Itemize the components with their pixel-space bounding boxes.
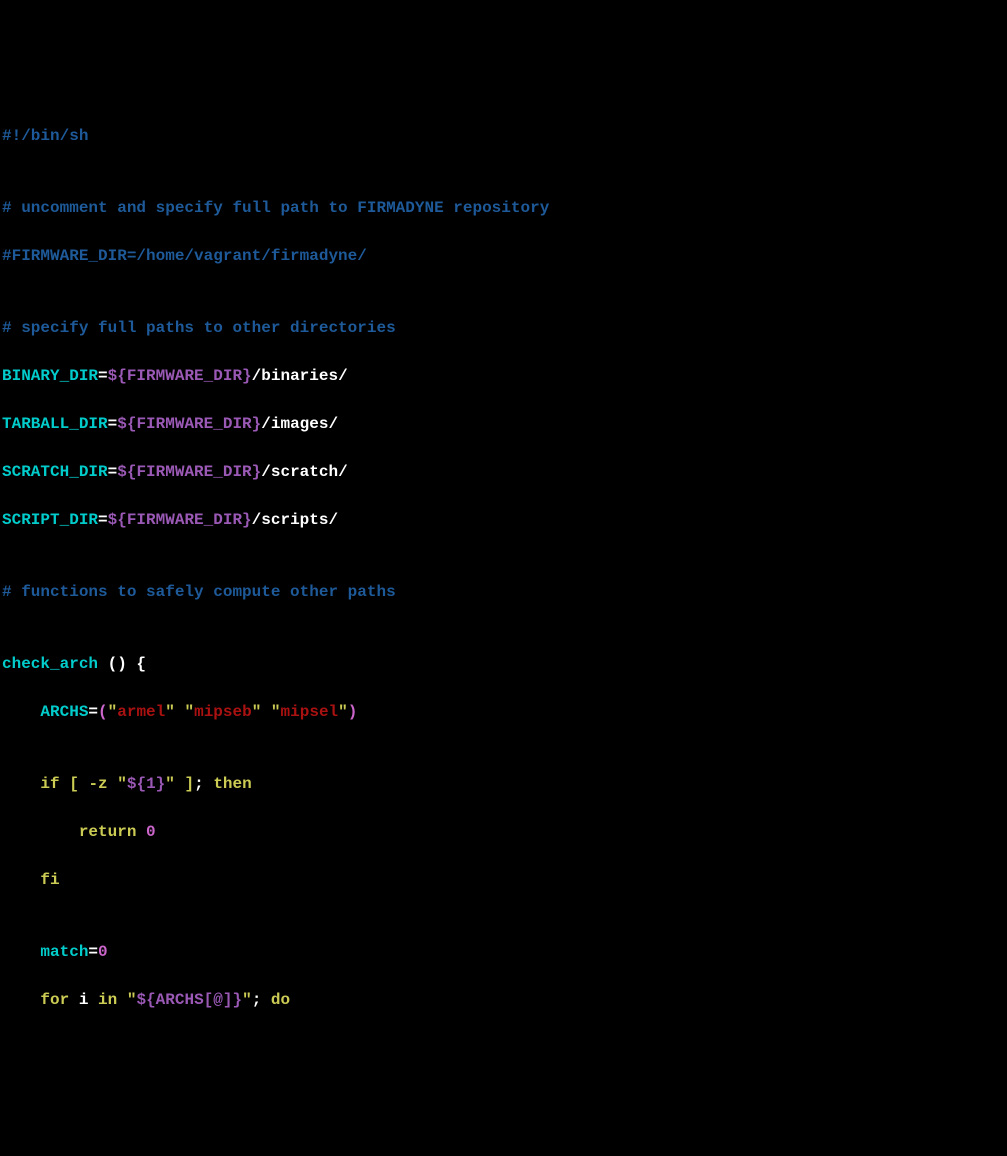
semicolon: ; bbox=[252, 991, 262, 1009]
variable: match bbox=[40, 943, 88, 961]
operator: = bbox=[88, 943, 98, 961]
code-line: SCRIPT_DIR=${FIRMWARE_DIR}/scripts/ bbox=[2, 508, 1005, 532]
space bbox=[261, 991, 271, 1009]
semicolon: ; bbox=[194, 775, 204, 793]
comment: # specify full paths to other directorie… bbox=[2, 319, 396, 337]
quote: " bbox=[252, 703, 262, 721]
operator: = bbox=[88, 703, 98, 721]
expansion: ${1} bbox=[127, 775, 165, 793]
space bbox=[175, 703, 185, 721]
indent bbox=[2, 775, 40, 793]
string: mipseb bbox=[194, 703, 252, 721]
space bbox=[69, 991, 79, 1009]
space bbox=[117, 991, 127, 1009]
string: mipsel bbox=[281, 703, 339, 721]
path: /scratch/ bbox=[261, 463, 347, 481]
keyword-for: for bbox=[40, 991, 69, 1009]
variable: SCRIPT_DIR bbox=[2, 511, 98, 529]
code-line: # specify full paths to other directorie… bbox=[2, 316, 1005, 340]
variable: TARBALL_DIR bbox=[2, 415, 108, 433]
code-line: if [ -z "${1}" ]; then bbox=[2, 772, 1005, 796]
keyword-in: in bbox=[98, 991, 117, 1009]
path: /binaries/ bbox=[252, 367, 348, 385]
path: /scripts/ bbox=[252, 511, 338, 529]
variable: BINARY_DIR bbox=[2, 367, 98, 385]
keyword-if: if bbox=[40, 775, 59, 793]
code-line: match=0 bbox=[2, 940, 1005, 964]
code-line: #!/bin/sh bbox=[2, 124, 1005, 148]
parens: () bbox=[108, 655, 127, 673]
indent bbox=[2, 823, 79, 841]
shebang: #!/bin/sh bbox=[2, 127, 88, 145]
code-line: #FIRMWARE_DIR=/home/vagrant/firmadyne/ bbox=[2, 244, 1005, 268]
operator: = bbox=[98, 367, 108, 385]
space bbox=[175, 775, 185, 793]
function-name: check_arch bbox=[2, 655, 108, 673]
comment: # functions to safely compute other path… bbox=[2, 583, 396, 601]
quote: " bbox=[184, 703, 194, 721]
quote: " bbox=[127, 991, 137, 1009]
quote: " bbox=[165, 703, 175, 721]
quote: " bbox=[117, 775, 127, 793]
expansion: ${ARCHS[@]} bbox=[136, 991, 242, 1009]
number: 0 bbox=[146, 823, 156, 841]
variable: SCRATCH_DIR bbox=[2, 463, 108, 481]
paren-close: ) bbox=[348, 703, 358, 721]
operator: = bbox=[108, 463, 118, 481]
comment: #FIRMWARE_DIR=/home/vagrant/firmadyne/ bbox=[2, 247, 367, 265]
variable: i bbox=[79, 991, 89, 1009]
keyword-return: return bbox=[79, 823, 137, 841]
quote: " bbox=[108, 703, 118, 721]
indent bbox=[2, 703, 40, 721]
keyword-fi: fi bbox=[40, 871, 59, 889]
code-line: for i in "${ARCHS[@]}"; do bbox=[2, 988, 1005, 1012]
code-line: BINARY_DIR=${FIRMWARE_DIR}/binaries/ bbox=[2, 364, 1005, 388]
code-line: ARCHS=("armel" "mipseb" "mipsel") bbox=[2, 700, 1005, 724]
operator: = bbox=[98, 511, 108, 529]
quote: " bbox=[271, 703, 281, 721]
string: armel bbox=[117, 703, 165, 721]
operator: = bbox=[108, 415, 118, 433]
space bbox=[136, 823, 146, 841]
variable: ARCHS bbox=[40, 703, 88, 721]
code-editor[interactable]: #!/bin/sh # uncomment and specify full p… bbox=[2, 100, 1005, 1036]
space bbox=[204, 775, 214, 793]
space bbox=[261, 703, 271, 721]
code-line: check_arch () { bbox=[2, 652, 1005, 676]
paren-open: ( bbox=[98, 703, 108, 721]
keyword-then: then bbox=[213, 775, 251, 793]
expansion: ${FIRMWARE_DIR} bbox=[117, 463, 261, 481]
quote: " bbox=[165, 775, 175, 793]
keyword-do: do bbox=[271, 991, 290, 1009]
space bbox=[79, 775, 89, 793]
number: 0 bbox=[98, 943, 108, 961]
space bbox=[60, 775, 70, 793]
quote: " bbox=[338, 703, 348, 721]
quote: " bbox=[242, 991, 252, 1009]
code-line: # functions to safely compute other path… bbox=[2, 580, 1005, 604]
indent bbox=[2, 871, 40, 889]
flag: -z bbox=[88, 775, 117, 793]
expansion: ${FIRMWARE_DIR} bbox=[117, 415, 261, 433]
path: /images/ bbox=[261, 415, 338, 433]
comment: # uncomment and specify full path to FIR… bbox=[2, 199, 549, 217]
code-line: # uncomment and specify full path to FIR… bbox=[2, 196, 1005, 220]
code-line: fi bbox=[2, 868, 1005, 892]
expansion: ${FIRMWARE_DIR} bbox=[108, 511, 252, 529]
space bbox=[88, 991, 98, 1009]
code-line: SCRATCH_DIR=${FIRMWARE_DIR}/scratch/ bbox=[2, 460, 1005, 484]
bracket-close: ] bbox=[184, 775, 194, 793]
code-line: TARBALL_DIR=${FIRMWARE_DIR}/images/ bbox=[2, 412, 1005, 436]
indent bbox=[2, 991, 40, 1009]
code-line: return 0 bbox=[2, 820, 1005, 844]
brace: { bbox=[127, 655, 146, 673]
bracket-open: [ bbox=[69, 775, 79, 793]
indent bbox=[2, 943, 40, 961]
expansion: ${FIRMWARE_DIR} bbox=[108, 367, 252, 385]
